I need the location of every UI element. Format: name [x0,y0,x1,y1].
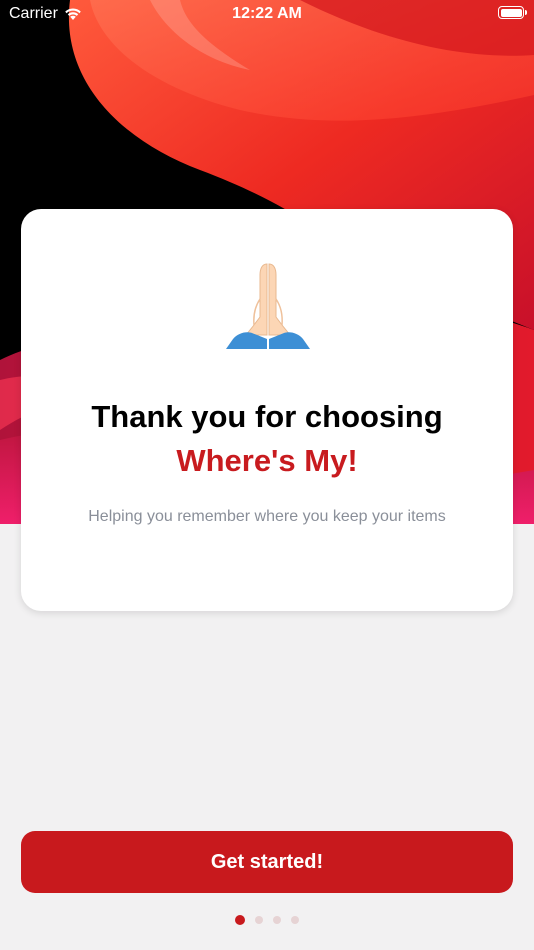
status-bar: Carrier 12:22 AM [0,0,534,30]
battery-icon [498,6,527,19]
folded-hands-icon [226,263,310,349]
brand-name: Where's My! [176,443,358,478]
card-subtitle: Helping you remember where you keep your… [88,508,446,525]
get-started-button[interactable]: Get started! [21,831,513,893]
battery-level [500,8,522,17]
page-indicator[interactable] [0,915,534,925]
status-time: 12:22 AM [232,5,302,22]
page-dot-4[interactable] [291,916,299,924]
page-dot-2[interactable] [255,916,263,924]
card-title: Thank you for choosing [91,399,443,434]
page-dot-1[interactable] [235,915,245,925]
page-dot-3[interactable] [273,916,281,924]
welcome-card: Thank you for choosing Where's My! Helpi… [21,209,513,611]
